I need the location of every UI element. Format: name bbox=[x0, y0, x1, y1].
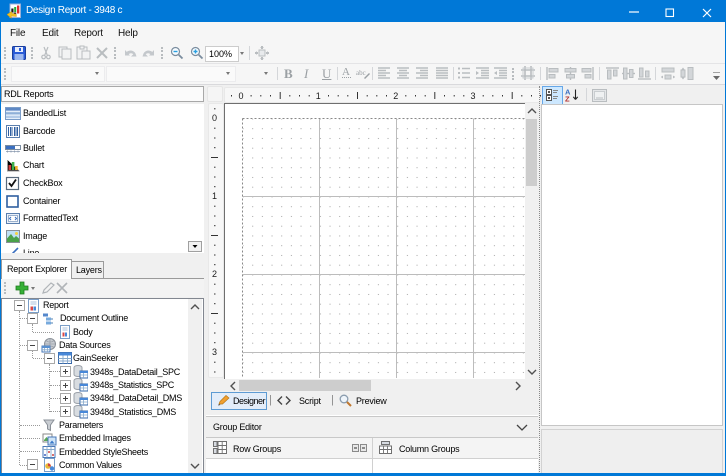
svg-text:2: 2 bbox=[212, 269, 217, 279]
svg-text:0: 0 bbox=[238, 91, 243, 101]
svg-text:1: 1 bbox=[316, 91, 321, 101]
svg-text:3: 3 bbox=[470, 91, 475, 101]
svg-text:0: 0 bbox=[212, 113, 217, 123]
svg-text:3: 3 bbox=[212, 347, 217, 357]
svg-text:1: 1 bbox=[212, 191, 217, 201]
svg-text:Z: Z bbox=[565, 95, 570, 103]
svg-text:abc: abc bbox=[356, 69, 366, 77]
svg-text:2: 2 bbox=[393, 91, 398, 101]
